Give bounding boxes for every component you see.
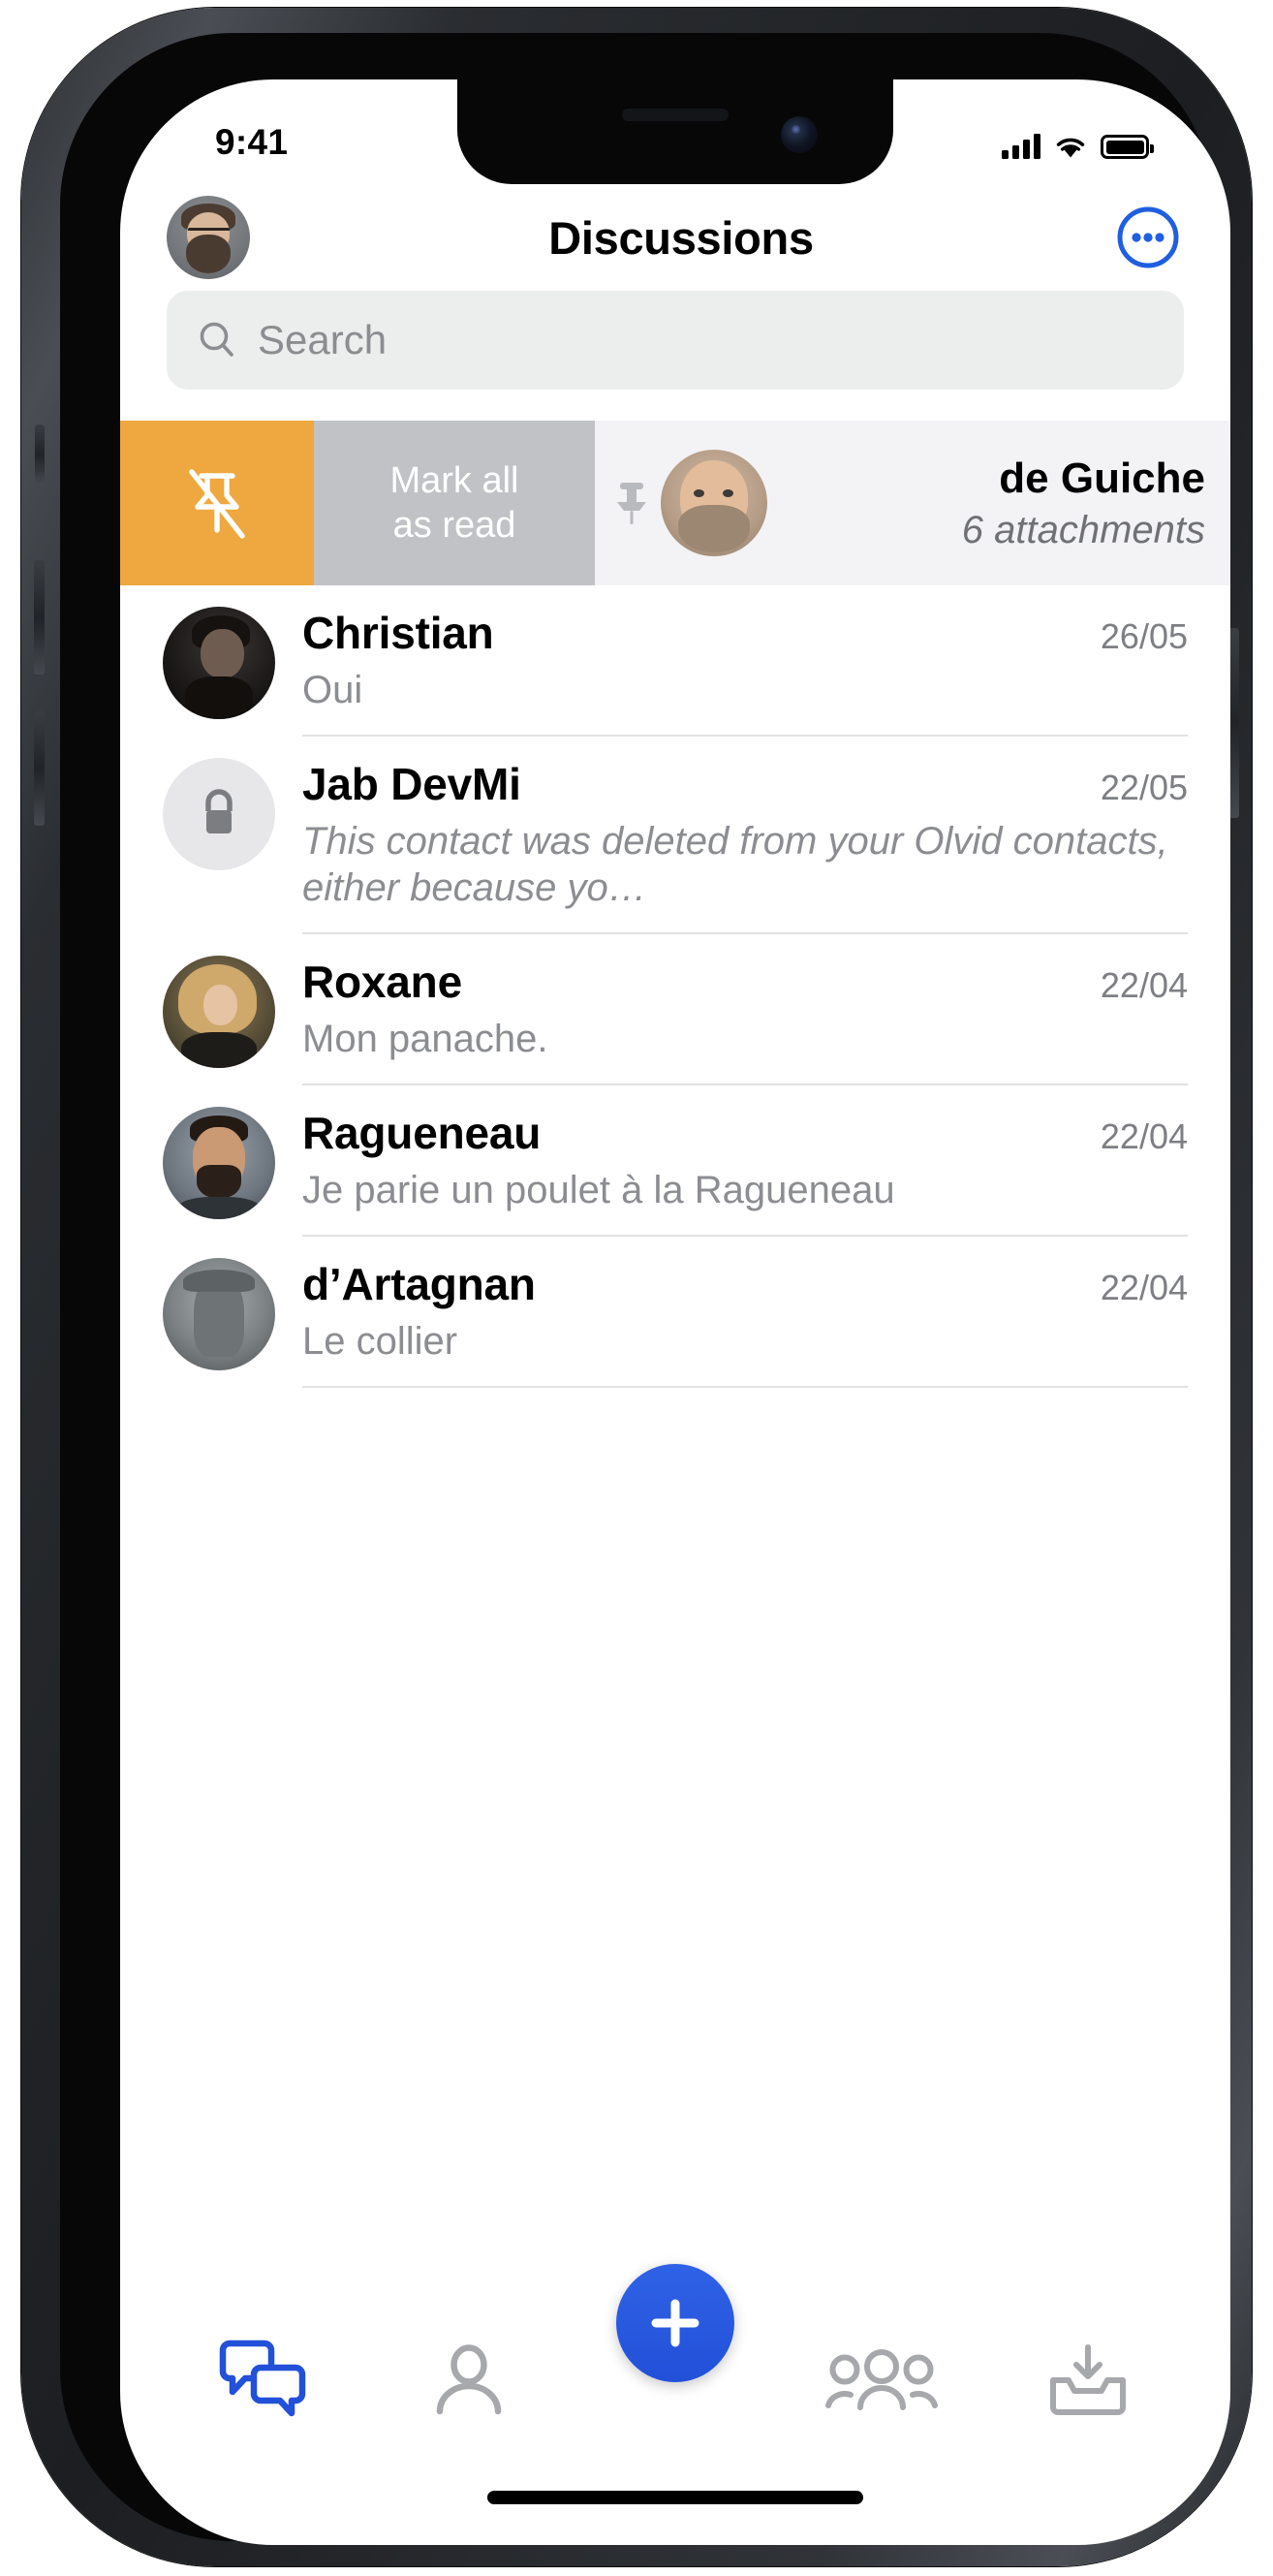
conversation-row[interactable]: d’Artagnan 22/04 Le collier xyxy=(120,1237,1230,1388)
conversation-body: Roxane 22/04 Mon panache. xyxy=(302,956,1188,1085)
home-indicator[interactable] xyxy=(487,2491,863,2504)
volume-up-button[interactable] xyxy=(34,560,45,675)
conversation-date: 22/04 xyxy=(1101,965,1188,1006)
ellipsis-circle-icon xyxy=(1116,205,1180,269)
pinned-conversation-name: de Guiche xyxy=(787,455,1205,503)
conversation-snippet: Je parie un poulet à la Ragueneau xyxy=(302,1167,1188,1213)
owned-identity-avatar[interactable] xyxy=(167,196,250,279)
battery-full-icon xyxy=(1101,135,1149,159)
conversation-header: Ragueneau 22/04 xyxy=(302,1107,1188,1159)
conversation-body: Christian 26/05 Oui xyxy=(302,607,1188,737)
silent-switch[interactable] xyxy=(35,424,45,485)
conversation-row[interactable]: Christian 26/05 Oui xyxy=(120,585,1230,737)
conversation-name: Jab DevMi xyxy=(302,758,521,810)
volume-down-button[interactable] xyxy=(34,711,45,826)
plus-icon xyxy=(645,2293,705,2353)
conversation-list: Christian 26/05 Oui Jab DevMi 22/05 This cont… xyxy=(120,585,1230,1388)
device-notch xyxy=(457,79,893,184)
tab-invitations[interactable] xyxy=(1015,2326,1161,2433)
more-options-button[interactable] xyxy=(1112,202,1184,273)
conversation-date: 22/04 xyxy=(1101,1268,1188,1308)
conversation-header: Jab DevMi 22/05 xyxy=(302,758,1188,810)
unpin-action-button[interactable] xyxy=(120,421,314,585)
compose-button[interactable] xyxy=(616,2264,734,2382)
front-camera-icon xyxy=(781,116,818,153)
cellular-signal-icon xyxy=(1002,134,1040,159)
phone-bezel: 9:41 xyxy=(60,33,1213,2541)
conversation-name: d’Artagnan xyxy=(302,1258,536,1310)
page-title: Discussions xyxy=(250,211,1112,265)
tab-discussions[interactable] xyxy=(190,2326,335,2433)
pin-icon xyxy=(608,479,655,527)
unpin-icon xyxy=(172,458,262,548)
lock-icon xyxy=(194,786,244,842)
conversation-name: Ragueneau xyxy=(302,1107,541,1159)
search-container: Search xyxy=(120,291,1230,390)
conversation-body: Ragueneau 22/04 Je parie un poulet à la Ra… xyxy=(302,1107,1188,1237)
conversation-snippet: This contact was deleted from your Olvid… xyxy=(302,818,1188,911)
phone-frame: 9:41 xyxy=(21,8,1252,2566)
de-guiche-avatar xyxy=(661,450,767,556)
pinned-conversation-row: Mark allas read xyxy=(120,421,1230,585)
status-time: 9:41 xyxy=(215,122,288,163)
conversation-body: Jab DevMi 22/05 This contact was deleted f… xyxy=(302,758,1188,934)
mark-all-as-read-button[interactable]: Mark allas read xyxy=(314,421,595,585)
conversation-row[interactable]: Ragueneau 22/04 Je parie un poulet à la Ra… xyxy=(120,1085,1230,1237)
tab-groups[interactable] xyxy=(809,2326,954,2433)
conversation-row[interactable]: Jab DevMi 22/05 This contact was deleted f… xyxy=(120,737,1230,934)
conversation-date: 22/04 xyxy=(1101,1116,1188,1157)
search-icon xyxy=(196,319,238,361)
mark-all-read-line1: Mark all xyxy=(389,460,518,501)
pinned-conversation-subtitle: 6 attachments xyxy=(787,509,1205,552)
search-input[interactable]: Search xyxy=(258,317,387,363)
conversation-header: Roxane 22/04 xyxy=(302,956,1188,1008)
conversation-date: 22/05 xyxy=(1101,768,1188,808)
ragueneau-avatar xyxy=(163,1107,275,1219)
person-icon xyxy=(427,2338,511,2421)
conversation-snippet: Mon panache. xyxy=(302,1016,1188,1062)
lock-icon-avatar xyxy=(163,758,275,870)
tab-contacts[interactable] xyxy=(396,2326,542,2433)
conversation-name: Roxane xyxy=(302,956,462,1008)
artagnan-avatar xyxy=(163,1258,275,1370)
search-bar[interactable]: Search xyxy=(167,291,1184,390)
earpiece-speaker xyxy=(622,109,729,121)
conversation-snippet: Le collier xyxy=(302,1318,1188,1365)
pinned-conversation-cell[interactable]: de Guiche 6 attachments xyxy=(595,421,1230,585)
pinned-conversation-text: de Guiche 6 attachments xyxy=(767,455,1205,552)
roxane-avatar xyxy=(163,956,275,1068)
conversation-date: 26/05 xyxy=(1101,616,1188,657)
mark-all-read-line2: as read xyxy=(393,505,516,546)
conversation-header: d’Artagnan 22/04 xyxy=(302,1258,1188,1310)
conversation-body: d’Artagnan 22/04 Le collier xyxy=(302,1258,1188,1388)
status-icons xyxy=(1002,126,1149,159)
conversation-snippet: Oui xyxy=(302,667,1188,713)
inbox-tray-icon xyxy=(1043,2338,1133,2421)
nav-header: Discussions xyxy=(120,184,1230,291)
conversation-header: Christian 26/05 xyxy=(302,607,1188,659)
conversation-row[interactable]: Roxane 22/04 Mon panache. xyxy=(120,934,1230,1085)
phone-screen: 9:41 xyxy=(120,79,1230,2545)
chat-bubbles-icon xyxy=(215,2338,310,2421)
conversation-name: Christian xyxy=(302,607,494,659)
christian-avatar xyxy=(163,607,275,719)
people-group-icon xyxy=(824,2338,939,2421)
wifi-icon xyxy=(1054,134,1087,159)
